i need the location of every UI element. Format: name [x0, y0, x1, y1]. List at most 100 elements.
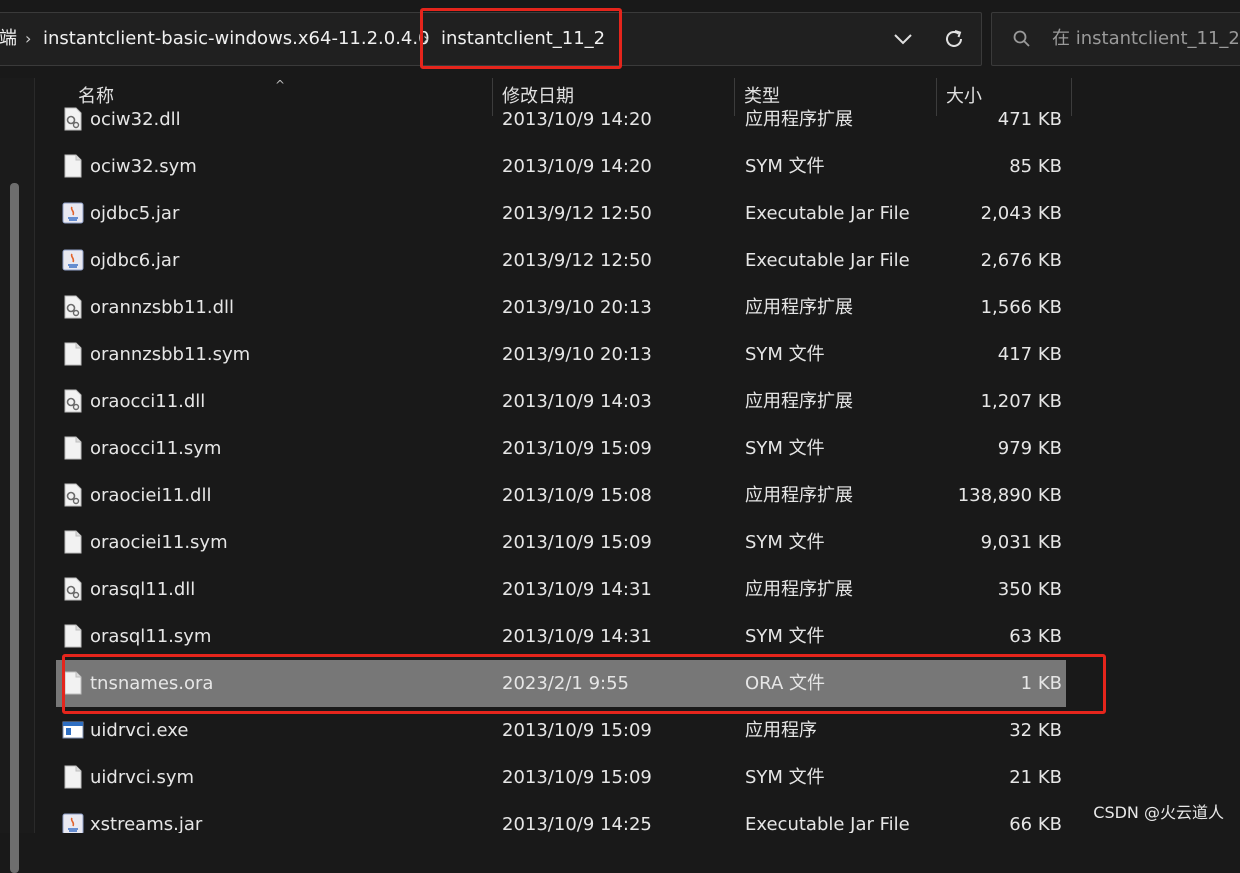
file-size: 138,890 KB — [957, 485, 1062, 506]
file-row[interactable]: orasql11.dll 2013/10/9 14:31 应用程序扩展 350 KB — [56, 566, 1066, 613]
file-name: uidrvci.sym — [90, 767, 195, 788]
search-placeholder: 在 instantclient_11_2 中 — [1052, 28, 1240, 49]
address-toolbar: 端 › instantclient-basic-windows.x64-11.2… — [0, 0, 1240, 78]
file-type: SYM 文件 — [745, 344, 825, 365]
file-type: Executable Jar File — [745, 814, 910, 833]
file-type: SYM 文件 — [745, 438, 825, 459]
file-size: 63 KB — [1009, 626, 1062, 647]
jar-icon — [62, 201, 84, 225]
file-name: ojdbc6.jar — [90, 250, 180, 271]
file-size: 471 KB — [997, 109, 1062, 130]
file-row[interactable]: uidrvci.exe 2013/10/9 15:09 应用程序 32 KB — [56, 707, 1066, 754]
file-row[interactable]: oraocci11.dll 2013/10/9 14:03 应用程序扩展 1,207 … — [56, 378, 1066, 425]
file-row[interactable]: uidrvci.sym 2013/10/9 15:09 SYM 文件 21 KB — [56, 754, 1066, 801]
file-type: Executable Jar File — [745, 203, 910, 224]
file-type: 应用程序扩展 — [745, 109, 853, 130]
file-name: oraociei11.sym — [90, 532, 228, 553]
file-type: SYM 文件 — [745, 626, 825, 647]
file-modified-date: 2013/9/12 12:50 — [502, 203, 652, 224]
dll-icon — [62, 577, 84, 601]
file-icon — [62, 436, 84, 460]
file-type: SYM 文件 — [745, 156, 825, 177]
file-size: 66 KB — [1009, 814, 1062, 833]
file-name: oraocci11.dll — [90, 391, 206, 412]
annotation-highlight-box — [420, 8, 622, 69]
file-modified-date: 2013/10/9 15:09 — [502, 438, 652, 459]
file-modified-date: 2013/10/9 14:20 — [502, 156, 652, 177]
file-size: 350 KB — [997, 579, 1062, 600]
breadcrumb-partial[interactable]: 端 — [0, 13, 17, 65]
file-size: 1,566 KB — [980, 297, 1062, 318]
file-type: 应用程序扩展 — [745, 391, 853, 412]
file-name: xstreams.jar — [90, 814, 203, 833]
file-name: orasql11.sym — [90, 626, 212, 647]
file-icon — [62, 765, 84, 789]
sort-ascending-icon: ^ — [275, 78, 286, 92]
file-list: ociw32.dll 2013/10/9 14:20 应用程序扩展 471 KB oci… — [34, 100, 1240, 833]
file-row[interactable]: ojdbc6.jar 2013/9/12 12:50 Executable Jar … — [56, 237, 1066, 284]
file-modified-date: 2013/10/9 14:31 — [502, 579, 652, 600]
file-name: oraocci11.sym — [90, 438, 222, 459]
breadcrumb-folder1[interactable]: instantclient-basic-windows.x64-11.2.0.4… — [43, 13, 430, 65]
file-size: 1,207 KB — [980, 391, 1062, 412]
file-modified-date: 2013/10/9 14:03 — [502, 391, 652, 412]
file-modified-date: 2013/10/9 15:09 — [502, 720, 652, 741]
file-row[interactable]: orasql11.sym 2013/10/9 14:31 SYM 文件 63 KB — [56, 613, 1066, 660]
annotation-highlight-box — [62, 654, 1106, 714]
file-modified-date: 2013/9/10 20:13 — [502, 297, 652, 318]
chevron-down-icon — [894, 34, 912, 45]
file-icon — [62, 342, 84, 366]
chevron-right-icon[interactable]: › — [25, 13, 31, 65]
file-icon — [62, 624, 84, 648]
file-icon — [62, 154, 84, 178]
jar-icon — [62, 248, 84, 272]
search-box[interactable]: 在 instantclient_11_2 中 — [991, 12, 1240, 66]
file-type: 应用程序 — [745, 720, 817, 741]
file-modified-date: 2013/10/9 15:09 — [502, 767, 652, 788]
file-name: orannzsbb11.dll — [90, 297, 234, 318]
refresh-button[interactable] — [934, 13, 974, 65]
file-modified-date: 2013/9/12 12:50 — [502, 250, 652, 271]
file-size: 32 KB — [1009, 720, 1062, 741]
file-name: orasql11.dll — [90, 579, 196, 600]
file-modified-date: 2013/9/10 20:13 — [502, 344, 652, 365]
file-row[interactable]: ociw32.dll 2013/10/9 14:20 应用程序扩展 471 KB — [56, 100, 1066, 143]
file-row[interactable]: oraocci11.sym 2013/10/9 15:09 SYM 文件 979 KB — [56, 425, 1066, 472]
file-size: 9,031 KB — [980, 532, 1062, 553]
file-type: 应用程序扩展 — [745, 297, 853, 318]
history-dropdown-button[interactable] — [883, 13, 923, 65]
file-row[interactable]: oraociei11.dll 2013/10/9 15:08 应用程序扩展 138,8… — [56, 472, 1066, 519]
file-row[interactable]: ojdbc5.jar 2013/9/12 12:50 Executable Jar … — [56, 190, 1066, 237]
file-modified-date: 2013/10/9 14:31 — [502, 626, 652, 647]
file-name: ociw32.dll — [90, 109, 181, 130]
jar-icon — [62, 812, 84, 833]
file-name: ociw32.sym — [90, 156, 197, 177]
file-size: 2,676 KB — [980, 250, 1062, 271]
file-row[interactable]: oraociei11.sym 2013/10/9 15:09 SYM 文件 9,031… — [56, 519, 1066, 566]
file-modified-date: 2013/10/9 15:09 — [502, 532, 652, 553]
file-size: 979 KB — [997, 438, 1062, 459]
file-name: uidrvci.exe — [90, 720, 189, 741]
exe-icon — [62, 718, 84, 742]
file-icon — [62, 530, 84, 554]
file-size: 21 KB — [1009, 767, 1062, 788]
file-name: orannzsbb11.sym — [90, 344, 251, 365]
file-row[interactable]: xstreams.jar 2013/10/9 14:25 Executable Ja… — [56, 801, 1066, 833]
navigation-pane — [0, 78, 35, 873]
file-type: Executable Jar File — [745, 250, 910, 271]
file-type: 应用程序扩展 — [745, 485, 853, 506]
dll-icon — [62, 389, 84, 413]
search-icon — [1013, 30, 1030, 47]
file-row[interactable]: ociw32.sym 2013/10/9 14:20 SYM 文件 85 KB — [56, 143, 1066, 190]
file-row[interactable]: orannzsbb11.sym 2013/9/10 20:13 SYM 文件 417 … — [56, 331, 1066, 378]
dll-icon — [62, 107, 84, 131]
file-modified-date: 2013/10/9 15:08 — [502, 485, 652, 506]
refresh-icon — [946, 30, 962, 47]
watermark-text: CSDN @火云道人 — [1093, 803, 1224, 822]
file-row[interactable]: orannzsbb11.dll 2013/9/10 20:13 应用程序扩展 1,56… — [56, 284, 1066, 331]
nav-scrollbar[interactable] — [10, 183, 19, 873]
file-type: 应用程序扩展 — [745, 579, 853, 600]
dll-icon — [62, 483, 84, 507]
file-size: 417 KB — [997, 344, 1062, 365]
dll-icon — [62, 295, 84, 319]
